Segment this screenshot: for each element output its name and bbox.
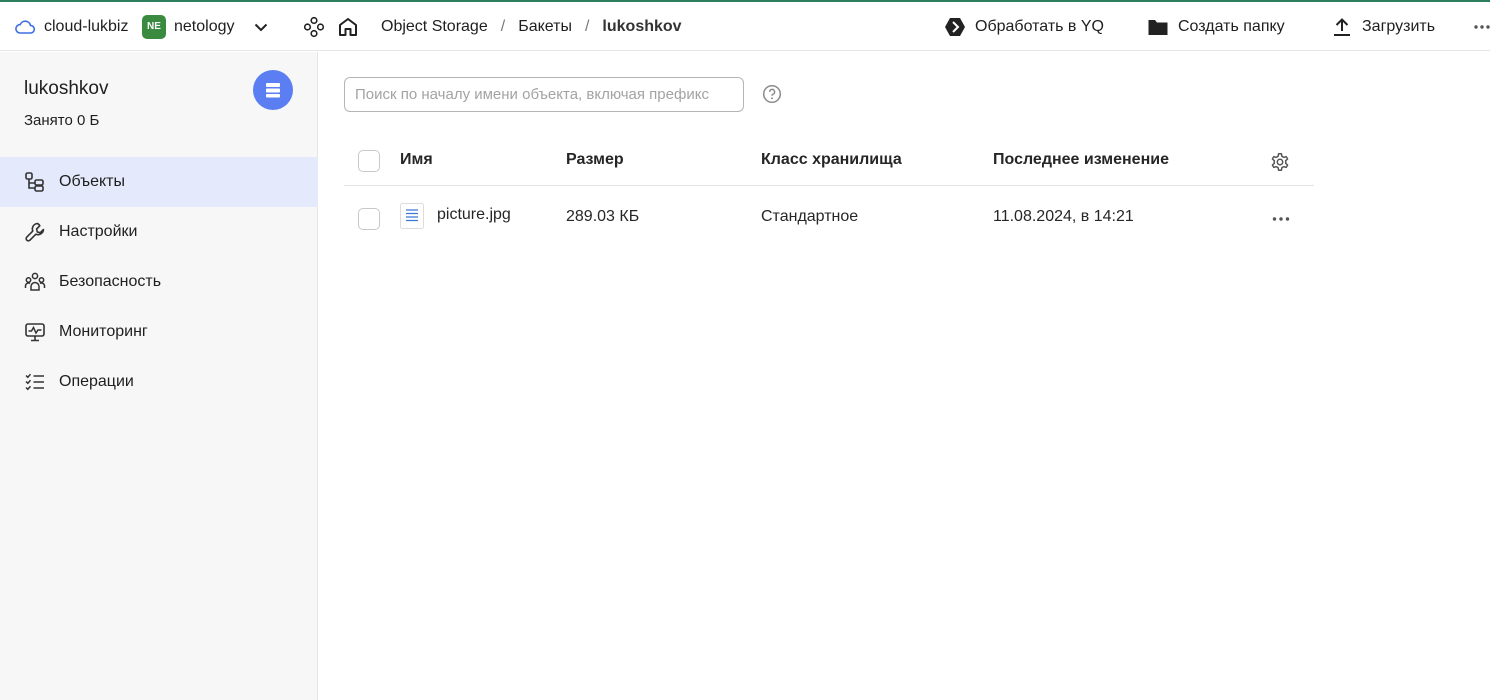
file-icon (400, 203, 424, 229)
sidebar-item-settings[interactable]: Настройки (0, 207, 318, 257)
breadcrumb-separator: / (500, 17, 506, 35)
yq-button-label: Обработать в YQ (975, 17, 1104, 35)
list-check-icon (25, 373, 44, 391)
objects-table: Имя Размер Класс хранилища Последнее изм… (344, 135, 1314, 250)
cloud-selector[interactable]: cloud-lukbiz (14, 2, 128, 51)
table-header: Имя Размер Класс хранилища Последнее изм… (344, 135, 1314, 186)
object-name-link[interactable]: picture.jpg (437, 206, 511, 224)
wrench-icon (25, 222, 45, 242)
column-header-size[interactable]: Размер (566, 151, 624, 169)
folder-selector[interactable]: NE netology (142, 2, 269, 51)
row-checkbox[interactable] (358, 208, 380, 230)
folder-badge: NE (142, 14, 166, 39)
services-icon (303, 16, 325, 37)
bucket-avatar (253, 70, 293, 110)
sidebar-item-label: Объекты (59, 173, 125, 190)
yq-hexagon-icon (945, 17, 965, 36)
breadcrumb-buckets[interactable]: Бакеты (518, 18, 572, 36)
objects-icon (25, 172, 44, 192)
column-header-modified[interactable]: Последнее изменение (993, 151, 1169, 169)
folder-name: netology (174, 17, 235, 35)
bucket-name: lukoshkov (24, 78, 109, 99)
table-row[interactable]: picture.jpg 289.03 КБ Стандартное 11.08.… (344, 186, 1314, 250)
create-folder-button[interactable]: Создать папку (1147, 2, 1285, 51)
sidebar-item-label: Безопасность (59, 273, 162, 290)
sidebar-item-operations[interactable]: Операции (0, 357, 318, 407)
chevron-down-icon[interactable] (253, 19, 269, 35)
row-more-icon[interactable] (1272, 216, 1290, 222)
column-header-storage-class[interactable]: Класс хранилища (761, 151, 902, 169)
upload-button[interactable]: Загрузить (1331, 2, 1435, 51)
home-button[interactable] (337, 2, 359, 51)
help-icon[interactable] (762, 84, 782, 104)
search-input[interactable] (344, 77, 744, 112)
top-header: cloud-lukbiz NE netology Object Storage … (0, 2, 1490, 51)
bucket-used-space: Занято 0 Б (24, 112, 100, 129)
object-size: 289.03 КБ (566, 208, 640, 225)
create-folder-label: Создать папку (1178, 17, 1285, 35)
folder-icon (1148, 19, 1168, 35)
breadcrumb: Object Storage / Бакеты / lukoshkov (381, 2, 682, 51)
people-icon (24, 272, 46, 291)
breadcrumb-separator: / (584, 17, 590, 35)
sidebar: lukoshkov Занято 0 Б Объекты Настройки Б… (0, 52, 318, 700)
gear-icon[interactable] (1270, 152, 1290, 172)
breadcrumb-object-storage[interactable]: Object Storage (381, 18, 488, 36)
bucket-icon (266, 83, 280, 98)
more-horizontal-icon (1474, 24, 1490, 29)
object-modified: 11.08.2024, в 14:21 (993, 208, 1134, 225)
sidebar-item-monitoring[interactable]: Мониторинг (0, 307, 318, 357)
column-header-name[interactable]: Имя (400, 151, 433, 169)
sidebar-item-objects[interactable]: Объекты (0, 157, 318, 207)
select-all-checkbox[interactable] (358, 150, 380, 172)
services-button[interactable] (303, 2, 325, 51)
yq-button[interactable]: Обработать в YQ (944, 2, 1104, 51)
sidebar-item-label: Мониторинг (59, 323, 148, 340)
breadcrumb-current-bucket: lukoshkov (602, 17, 682, 35)
main-content: Имя Размер Класс хранилища Последнее изм… (319, 52, 1490, 700)
cloud-icon (15, 19, 36, 34)
upload-label: Загрузить (1362, 17, 1436, 35)
more-actions-button[interactable] (1474, 2, 1490, 51)
home-icon (339, 17, 357, 36)
monitor-icon (25, 323, 45, 342)
sidebar-item-label: Операции (59, 373, 134, 390)
sidebar-item-label: Настройки (59, 223, 138, 240)
upload-icon (1334, 17, 1350, 36)
sidebar-item-security[interactable]: Безопасность (0, 257, 318, 307)
cloud-name: cloud-lukbiz (44, 17, 129, 35)
object-storage-class: Стандартное (761, 208, 859, 225)
